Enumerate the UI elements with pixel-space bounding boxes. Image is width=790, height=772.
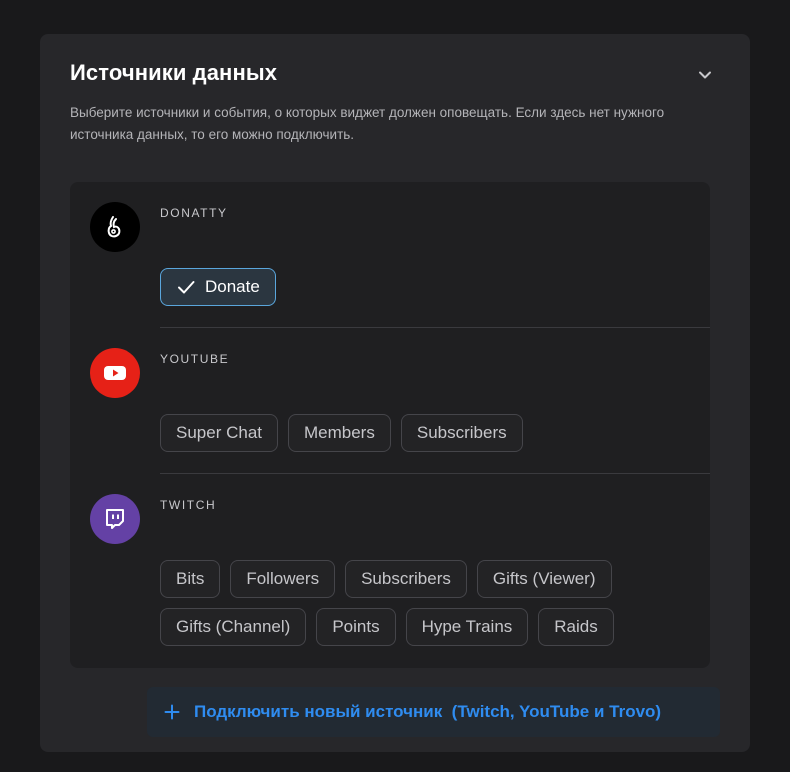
event-chip-gifts-viewer[interactable]: Gifts (Viewer) — [476, 560, 612, 598]
event-chip-subscribers[interactable]: Subscribers — [400, 414, 523, 452]
event-chip-bits[interactable]: Bits — [160, 560, 221, 598]
twitch-logo-icon — [90, 494, 140, 544]
donatty-logo-icon — [90, 202, 140, 252]
event-chip-followers[interactable]: Followers — [230, 560, 336, 598]
event-chip-gifts-channel[interactable]: Gifts (Channel) — [160, 608, 307, 646]
event-chip-label: Donate — [205, 277, 260, 296]
connect-label: Подключить новый источник (Twitch, YouTu… — [194, 702, 662, 721]
event-chip-subscribers[interactable]: Subscribers — [345, 560, 467, 598]
event-chip-super-chat[interactable]: Super Chat — [160, 414, 278, 452]
donatty-events: Donate — [160, 268, 700, 306]
event-chip-donate[interactable]: Donate — [160, 268, 276, 306]
check-icon — [178, 281, 195, 294]
twitch-events: Bits Followers Subscribers Gifts (Viewer… — [160, 560, 700, 646]
connect-new-source-button[interactable]: Подключить новый источник (Twitch, YouTu… — [147, 687, 720, 737]
panel-description: Выберите источники и события, о которых … — [70, 105, 665, 142]
panel-title: Источники данных — [70, 60, 278, 85]
event-chip-hype-trains[interactable]: Hype Trains — [405, 608, 529, 646]
chevron-down-icon[interactable] — [696, 66, 714, 84]
source-name: TWITCH — [160, 498, 217, 512]
data-sources-panel: Источники данных Выберите источники и со… — [40, 34, 750, 752]
event-chip-members[interactable]: Members — [288, 414, 391, 452]
event-chip-raids[interactable]: Raids — [538, 608, 614, 646]
source-name: DONATTY — [160, 206, 228, 220]
source-name: YOUTUBE — [160, 352, 230, 366]
plus-icon — [164, 704, 180, 720]
divider — [160, 473, 710, 474]
youtube-logo-icon — [90, 348, 140, 398]
divider — [160, 327, 710, 328]
event-chip-points[interactable]: Points — [316, 608, 396, 646]
youtube-events: Super Chat Members Subscribers — [160, 414, 700, 452]
sources-list: DONATTY Donate YOUTUBE Super Chat Member… — [70, 182, 710, 668]
